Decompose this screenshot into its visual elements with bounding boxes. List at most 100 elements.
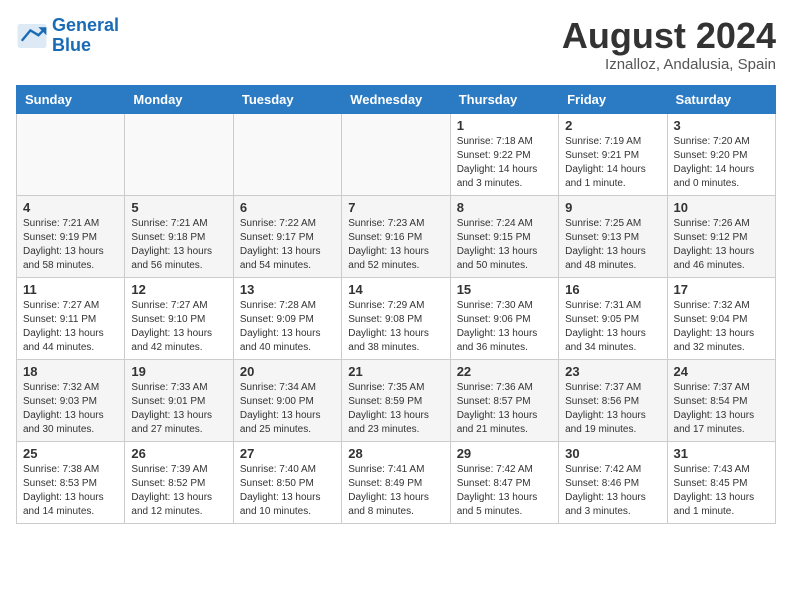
weekday-header: Wednesday: [342, 85, 450, 113]
calendar-cell: 18 Sunrise: 7:32 AM Sunset: 9:03 PM Dayli…: [17, 359, 125, 441]
calendar-week-row: 25 Sunrise: 7:38 AM Sunset: 8:53 PM Dayli…: [17, 441, 776, 523]
day-number: 1: [457, 118, 552, 133]
day-info: Sunrise: 7:29 AM Sunset: 9:08 PM Dayligh…: [348, 299, 443, 355]
day-info: Sunrise: 7:22 AM Sunset: 9:17 PM Dayligh…: [240, 217, 335, 273]
calendar-cell: 8Sunrise: 7:24 AM Sunset: 9:15 PM Daylig…: [450, 195, 558, 277]
calendar-cell: 30 Sunrise: 7:42 AM Sunset: 8:46 PM Dayli…: [559, 441, 667, 523]
calendar-cell: 13Sunrise: 7:28 AM Sunset: 9:09 PM Dayli…: [233, 277, 341, 359]
day-number: 28: [348, 446, 443, 461]
day-number: 13: [240, 282, 335, 297]
calendar-cell: 26 Sunrise: 7:39 AM Sunset: 8:52 PM Dayli…: [125, 441, 233, 523]
calendar-cell: 21 Sunrise: 7:35 AM Sunset: 8:59 PM Dayli…: [342, 359, 450, 441]
day-info: Sunrise: 7:39 AM Sunset: 8:52 PM Dayligh…: [131, 463, 226, 519]
day-info: Sunrise: 7:35 AM Sunset: 8:59 PM Dayligh…: [348, 381, 443, 437]
logo: GeneralBlue: [16, 16, 119, 56]
calendar-cell: 16 Sunrise: 7:31 AM Sunset: 9:05 PM Dayli…: [559, 277, 667, 359]
weekday-header: Thursday: [450, 85, 558, 113]
calendar-week-row: 4 Sunrise: 7:21 AM Sunset: 9:19 PM Daylig…: [17, 195, 776, 277]
logo-text: GeneralBlue: [52, 16, 119, 56]
calendar-cell: 2Sunrise: 7:19 AM Sunset: 9:21 PM Daylig…: [559, 113, 667, 195]
day-info: Sunrise: 7:18 AM Sunset: 9:22 PM Dayligh…: [457, 135, 552, 191]
day-info: Sunrise: 7:38 AM Sunset: 8:53 PM Dayligh…: [23, 463, 118, 519]
day-number: 4: [23, 200, 118, 215]
day-number: 9: [565, 200, 660, 215]
calendar-cell: 15 Sunrise: 7:30 AM Sunset: 9:06 PM Dayli…: [450, 277, 558, 359]
month-title: August 2024: [562, 16, 776, 56]
day-info: Sunrise: 7:23 AM Sunset: 9:16 PM Dayligh…: [348, 217, 443, 273]
day-number: 21: [348, 364, 443, 379]
calendar-cell: [17, 113, 125, 195]
day-info: Sunrise: 7:36 AM Sunset: 8:57 PM Dayligh…: [457, 381, 552, 437]
day-number: 16: [565, 282, 660, 297]
calendar-cell: 3 Sunrise: 7:20 AM Sunset: 9:20 PM Daylig…: [667, 113, 775, 195]
calendar-cell: 12 Sunrise: 7:27 AM Sunset: 9:10 PM Dayli…: [125, 277, 233, 359]
calendar-cell: 4 Sunrise: 7:21 AM Sunset: 9:19 PM Daylig…: [17, 195, 125, 277]
day-number: 29: [457, 446, 552, 461]
day-number: 6: [240, 200, 335, 215]
day-info: Sunrise: 7:27 AM Sunset: 9:10 PM Dayligh…: [131, 299, 226, 355]
calendar-cell: [233, 113, 341, 195]
day-number: 12: [131, 282, 226, 297]
day-info: Sunrise: 7:43 AM Sunset: 8:45 PM Dayligh…: [674, 463, 769, 519]
logo-icon: [16, 22, 48, 50]
day-info: Sunrise: 7:20 AM Sunset: 9:20 PM Dayligh…: [674, 135, 769, 191]
calendar-week-row: 1 Sunrise: 7:18 AM Sunset: 9:22 PM Daylig…: [17, 113, 776, 195]
calendar-cell: 17Sunrise: 7:32 AM Sunset: 9:04 PM Dayli…: [667, 277, 775, 359]
day-info: Sunrise: 7:27 AM Sunset: 9:11 PM Dayligh…: [23, 299, 118, 355]
title-section: August 2024 Iznalloz, Andalusia, Spain: [562, 16, 776, 73]
day-number: 3: [674, 118, 769, 133]
day-info: Sunrise: 7:21 AM Sunset: 9:19 PM Dayligh…: [23, 217, 118, 273]
day-number: 15: [457, 282, 552, 297]
calendar-cell: 24Sunrise: 7:37 AM Sunset: 8:54 PM Dayli…: [667, 359, 775, 441]
day-info: Sunrise: 7:42 AM Sunset: 8:46 PM Dayligh…: [565, 463, 660, 519]
day-number: 20: [240, 364, 335, 379]
calendar-cell: 14 Sunrise: 7:29 AM Sunset: 9:08 PM Dayli…: [342, 277, 450, 359]
calendar-week-row: 11 Sunrise: 7:27 AM Sunset: 9:11 PM Dayli…: [17, 277, 776, 359]
day-number: 30: [565, 446, 660, 461]
day-number: 2: [565, 118, 660, 133]
calendar-cell: 20 Sunrise: 7:34 AM Sunset: 9:00 PM Dayli…: [233, 359, 341, 441]
day-info: Sunrise: 7:32 AM Sunset: 9:04 PM Dayligh…: [674, 299, 769, 355]
weekday-header: Monday: [125, 85, 233, 113]
day-number: 25: [23, 446, 118, 461]
calendar-cell: 1 Sunrise: 7:18 AM Sunset: 9:22 PM Daylig…: [450, 113, 558, 195]
day-info: Sunrise: 7:30 AM Sunset: 9:06 PM Dayligh…: [457, 299, 552, 355]
day-number: 7: [348, 200, 443, 215]
weekday-header: Saturday: [667, 85, 775, 113]
day-number: 14: [348, 282, 443, 297]
calendar-week-row: 18 Sunrise: 7:32 AM Sunset: 9:03 PM Dayli…: [17, 359, 776, 441]
calendar-header-row: SundayMondayTuesdayWednesdayThursdayFrid…: [17, 85, 776, 113]
calendar-cell: [342, 113, 450, 195]
day-number: 31: [674, 446, 769, 461]
day-info: Sunrise: 7:26 AM Sunset: 9:12 PM Dayligh…: [674, 217, 769, 273]
calendar-cell: [125, 113, 233, 195]
day-number: 27: [240, 446, 335, 461]
weekday-header: Friday: [559, 85, 667, 113]
day-info: Sunrise: 7:34 AM Sunset: 9:00 PM Dayligh…: [240, 381, 335, 437]
day-info: Sunrise: 7:24 AM Sunset: 9:15 PM Dayligh…: [457, 217, 552, 273]
weekday-header: Sunday: [17, 85, 125, 113]
day-info: Sunrise: 7:40 AM Sunset: 8:50 PM Dayligh…: [240, 463, 335, 519]
day-info: Sunrise: 7:37 AM Sunset: 8:56 PM Dayligh…: [565, 381, 660, 437]
calendar-cell: 5 Sunrise: 7:21 AM Sunset: 9:18 PM Daylig…: [125, 195, 233, 277]
day-info: Sunrise: 7:42 AM Sunset: 8:47 PM Dayligh…: [457, 463, 552, 519]
day-number: 26: [131, 446, 226, 461]
day-number: 11: [23, 282, 118, 297]
day-info: Sunrise: 7:32 AM Sunset: 9:03 PM Dayligh…: [23, 381, 118, 437]
day-number: 22: [457, 364, 552, 379]
location: Iznalloz, Andalusia, Spain: [562, 56, 776, 73]
day-info: Sunrise: 7:33 AM Sunset: 9:01 PM Dayligh…: [131, 381, 226, 437]
day-number: 19: [131, 364, 226, 379]
calendar-cell: 22 Sunrise: 7:36 AM Sunset: 8:57 PM Dayli…: [450, 359, 558, 441]
calendar-cell: 29 Sunrise: 7:42 AM Sunset: 8:47 PM Dayli…: [450, 441, 558, 523]
day-info: Sunrise: 7:31 AM Sunset: 9:05 PM Dayligh…: [565, 299, 660, 355]
day-number: 18: [23, 364, 118, 379]
day-number: 5: [131, 200, 226, 215]
day-info: Sunrise: 7:21 AM Sunset: 9:18 PM Dayligh…: [131, 217, 226, 273]
calendar-cell: 11 Sunrise: 7:27 AM Sunset: 9:11 PM Dayli…: [17, 277, 125, 359]
calendar-cell: 27 Sunrise: 7:40 AM Sunset: 8:50 PM Dayli…: [233, 441, 341, 523]
calendar-cell: 25 Sunrise: 7:38 AM Sunset: 8:53 PM Dayli…: [17, 441, 125, 523]
day-info: Sunrise: 7:25 AM Sunset: 9:13 PM Dayligh…: [565, 217, 660, 273]
page-header: GeneralBlue August 2024 Iznalloz, Andalu…: [16, 16, 776, 73]
calendar-cell: 19 Sunrise: 7:33 AM Sunset: 9:01 PM Dayli…: [125, 359, 233, 441]
